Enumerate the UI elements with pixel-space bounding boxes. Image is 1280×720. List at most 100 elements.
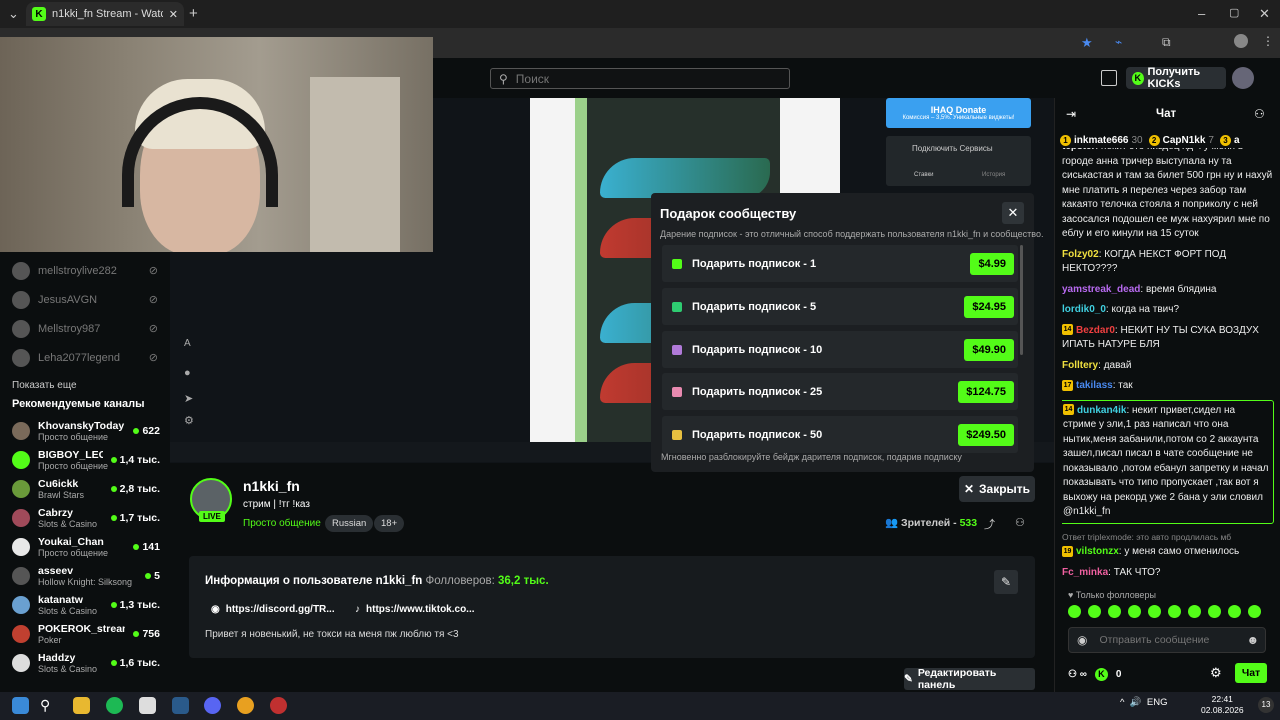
discord-taskbar-icon[interactable] bbox=[204, 697, 221, 714]
gift-price-button[interactable]: $24.95 bbox=[964, 295, 1014, 318]
stream-category[interactable]: Просто общение bbox=[243, 518, 321, 529]
show-more-link[interactable]: Показать еще bbox=[0, 372, 170, 398]
chat-input-box[interactable]: ◉ ☻ bbox=[1068, 627, 1266, 653]
gift-price-button[interactable]: $4.99 bbox=[970, 252, 1014, 275]
maximize-button[interactable]: ▢ bbox=[1229, 6, 1239, 19]
emote-icon[interactable] bbox=[1148, 605, 1161, 618]
search-bar[interactable]: ⚲ bbox=[490, 68, 790, 89]
points-icon[interactable]: ⚇ ∞ bbox=[1068, 669, 1087, 680]
gift-option[interactable]: Подарить подписок - 50 $249.50 bbox=[662, 416, 1018, 453]
chat-username[interactable]: Folzy02 bbox=[1062, 249, 1099, 260]
user-settings-icon[interactable]: ⚇ bbox=[1015, 516, 1025, 529]
gift-option[interactable]: Подарить подписок - 10 $49.90 bbox=[662, 331, 1018, 368]
extensions-puzzle-icon[interactable]: ⧉ bbox=[1162, 35, 1171, 50]
sidebar-recommended-channel[interactable]: Youkai_Chan Просто общение 141 bbox=[0, 532, 170, 561]
app-icon[interactable] bbox=[139, 697, 156, 714]
modal-scrollbar[interactable] bbox=[1020, 245, 1023, 355]
emoji-icon[interactable]: ☻ bbox=[1246, 633, 1259, 647]
share-icon[interactable]: ⤴ bbox=[984, 516, 995, 532]
sidebar-recommended-channel[interactable]: Cabrzy Slots & Casino 1,7 тыс. bbox=[0, 503, 170, 532]
tag-language[interactable]: Russian bbox=[325, 515, 374, 532]
new-tab-button[interactable]: + bbox=[189, 5, 198, 22]
chrome-icon[interactable] bbox=[237, 697, 254, 714]
emote-icon[interactable] bbox=[1228, 605, 1241, 618]
chat-settings-gear-icon[interactable]: ⚙ bbox=[1210, 665, 1222, 681]
edit-panel-button[interactable]: ✎ Редактировать панель bbox=[904, 667, 1035, 691]
chat-input[interactable] bbox=[1097, 633, 1237, 647]
chat-username[interactable]: tepster bbox=[1062, 148, 1095, 152]
file-explorer-icon[interactable] bbox=[73, 697, 90, 714]
top-chatter[interactable]: 3a bbox=[1219, 135, 1243, 149]
edit-pencil-icon[interactable]: ✎ bbox=[994, 570, 1018, 594]
chat-send-button[interactable]: Чат bbox=[1235, 663, 1267, 683]
user-avatar[interactable] bbox=[1232, 67, 1254, 89]
gift-option[interactable]: Подарить подписок - 1 $4.99 bbox=[662, 245, 1018, 282]
chat-username[interactable]: vilstonzx bbox=[1076, 546, 1119, 557]
emote-icon[interactable] bbox=[1108, 605, 1121, 618]
tray-chevron-icon[interactable]: ^ bbox=[1120, 697, 1124, 708]
close-window-button[interactable]: ✕ bbox=[1259, 6, 1270, 22]
chat-username[interactable]: Folltery bbox=[1062, 360, 1098, 371]
emote-icon[interactable] bbox=[1208, 605, 1221, 618]
chat-username[interactable]: lordik0_0 bbox=[1062, 304, 1106, 315]
language-indicator[interactable]: ENG bbox=[1147, 697, 1168, 708]
search-input[interactable] bbox=[513, 70, 789, 87]
gift-option[interactable]: Подарить подписок - 25 $124.75 bbox=[662, 373, 1018, 410]
chat-username[interactable]: Fc_minka bbox=[1062, 567, 1108, 578]
obs-icon[interactable] bbox=[270, 697, 287, 714]
chat-username[interactable]: yamstreak_dead bbox=[1062, 284, 1140, 295]
top-chatter[interactable]: 2 CapN1kk 7 bbox=[1148, 135, 1214, 149]
tab-search-icon[interactable]: ⌄ bbox=[8, 6, 19, 22]
gift-price-button[interactable]: $124.75 bbox=[958, 380, 1014, 403]
sidebar-recommended-channel[interactable]: Cu6ickk Brawl Stars 2,8 тыс. bbox=[0, 474, 170, 503]
tag-age[interactable]: 18+ bbox=[374, 515, 405, 532]
emote-icon[interactable] bbox=[1068, 605, 1081, 618]
sidebar-recommended-channel[interactable]: Haddzy Slots & Casino 1,6 тыс. bbox=[0, 648, 170, 677]
volume-icon[interactable]: 🔊 bbox=[1130, 697, 1142, 708]
emote-icon[interactable] bbox=[1168, 605, 1181, 618]
chat-username[interactable]: takilass bbox=[1076, 380, 1113, 391]
get-kicks-button[interactable]: K Получить KICKs bbox=[1126, 66, 1226, 90]
gift-option[interactable]: Подарить подписок - 5 $24.95 bbox=[662, 288, 1018, 325]
browser-menu-icon[interactable]: ⋮ bbox=[1262, 34, 1274, 48]
spotify-icon[interactable] bbox=[106, 697, 123, 714]
sidebar-recommended-channel[interactable]: BIGBOY_LEGE...Просто общение 1,4 тыс. bbox=[0, 445, 170, 474]
collapse-chat-icon[interactable]: ⇥ bbox=[1066, 107, 1076, 121]
chat-users-icon[interactable]: ⚇ bbox=[1254, 107, 1265, 121]
sidebar-offline-channel[interactable]: Mellstroy987 ⊘ bbox=[0, 314, 170, 343]
profile-avatar[interactable] bbox=[1234, 34, 1248, 48]
sidebar-offline-channel[interactable]: mellstroylive282 ⊘ bbox=[0, 256, 170, 285]
windows-start-icon[interactable] bbox=[12, 697, 29, 714]
gift-price-button[interactable]: $249.50 bbox=[958, 423, 1014, 446]
emote-icon[interactable] bbox=[1128, 605, 1141, 618]
sidebar-offline-channel[interactable]: Leha2077legend ⊘ bbox=[0, 343, 170, 372]
chat-username[interactable]: dunkan4ik bbox=[1077, 405, 1126, 416]
sidebar-recommended-channel[interactable]: katanatw Slots & Casino 1,3 тыс. bbox=[0, 590, 170, 619]
chat-identity-icon[interactable]: ◉ bbox=[1077, 633, 1087, 647]
chat-username[interactable]: Bezdar0 bbox=[1076, 325, 1115, 336]
emote-icon[interactable] bbox=[1248, 605, 1261, 618]
gift-price-button[interactable]: $49.90 bbox=[964, 338, 1014, 361]
minimize-button[interactable]: – bbox=[1198, 6, 1205, 21]
browser-tab[interactable]: K n1kki_fn Stream - Watch Live o ✕ bbox=[26, 2, 184, 26]
discord-link[interactable]: ◉ https://discord.gg/TR... bbox=[211, 604, 335, 615]
taskbar-search-icon[interactable]: ⚲ bbox=[40, 697, 57, 714]
tiktok-link[interactable]: ♪ https://www.tiktok.co... bbox=[355, 604, 475, 615]
extension-icon[interactable]: ⌁ bbox=[1115, 35, 1122, 49]
notification-badge[interactable]: 13 bbox=[1258, 697, 1274, 713]
emote-icon[interactable] bbox=[1188, 605, 1201, 618]
sidebar-recommended-channel[interactable]: KhovanskyToday Просто общение 622 bbox=[0, 416, 170, 445]
sidebar-offline-channel[interactable]: JesusAVGN ⊘ bbox=[0, 285, 170, 314]
system-tray[interactable]: ^ 🔊 ENG bbox=[1120, 697, 1167, 708]
library-icon[interactable] bbox=[1101, 70, 1117, 86]
tab-close-icon[interactable]: ✕ bbox=[169, 8, 178, 21]
channel-name[interactable]: n1kki_fn bbox=[243, 478, 300, 494]
close-button[interactable]: ✕ Закрыть bbox=[959, 476, 1035, 502]
modal-close-button[interactable]: ✕ bbox=[1002, 202, 1024, 224]
clock[interactable]: 22:41 02.08.2026 bbox=[1201, 694, 1244, 716]
sidebar-recommended-channel[interactable]: POKEROK_streamsPoker 756 bbox=[0, 619, 170, 648]
sidebar-recommended-channel[interactable]: asseev Hollow Knight: Silksong 5 bbox=[0, 561, 170, 590]
bookmark-star-icon[interactable]: ★ bbox=[1081, 35, 1093, 51]
steam-icon[interactable] bbox=[172, 697, 189, 714]
emote-icon[interactable] bbox=[1088, 605, 1101, 618]
